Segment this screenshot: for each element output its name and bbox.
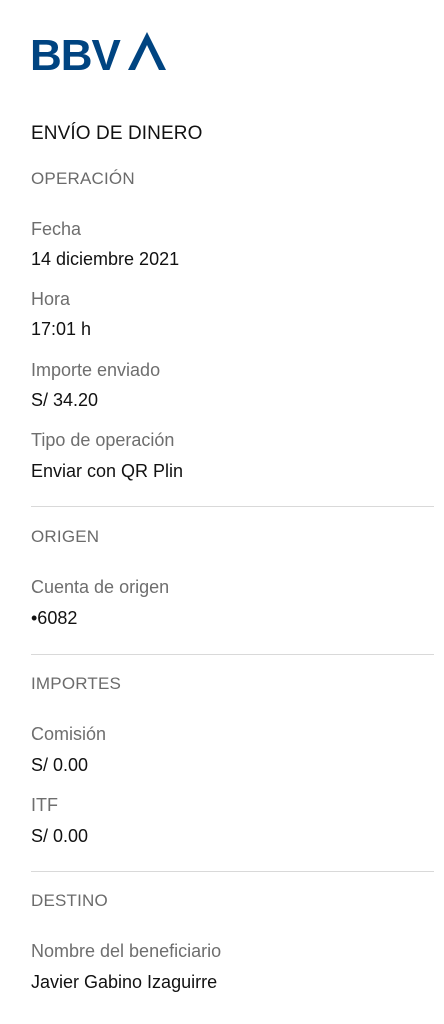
tipo-operacion-label: Tipo de operación: [31, 430, 175, 450]
section-heading-destino: DESTINO: [31, 891, 108, 910]
beneficiario-label: Nombre del beneficiario: [31, 941, 222, 961]
hora-label: Hora: [31, 289, 71, 309]
importe-enviado-value: S/ 34.20: [31, 390, 99, 410]
section-heading-operacion: OPERACIÓN: [31, 169, 135, 188]
comision-value: S/ 0.00: [31, 755, 89, 775]
section-divider: [31, 506, 434, 507]
page-title: ENVÍO DE DINERO: [31, 123, 203, 144]
section-heading-origen: ORIGEN: [31, 527, 100, 546]
svg-text:BBV: BBV: [30, 31, 122, 72]
bbva-logo: BBV: [30, 30, 166, 72]
itf-label: ITF: [31, 795, 58, 815]
comision-label: Comisión: [31, 724, 107, 744]
beneficiario-value: Javier Gabino Izaguirre: [31, 972, 218, 992]
fecha-label: Fecha: [31, 219, 82, 239]
fecha-value: 14 diciembre 2021: [31, 249, 180, 269]
hora-value: 17:01 h: [31, 319, 92, 339]
cuenta-origen-value: •6082: [31, 608, 78, 628]
importe-enviado-label: Importe enviado: [31, 360, 161, 380]
section-divider: [31, 654, 434, 655]
section-divider: [31, 871, 434, 872]
itf-value: S/ 0.00: [31, 826, 89, 846]
tipo-operacion-value: Enviar con QR Plin: [31, 461, 184, 481]
section-heading-importes: IMPORTES: [31, 674, 122, 693]
cuenta-origen-label: Cuenta de origen: [31, 577, 170, 597]
